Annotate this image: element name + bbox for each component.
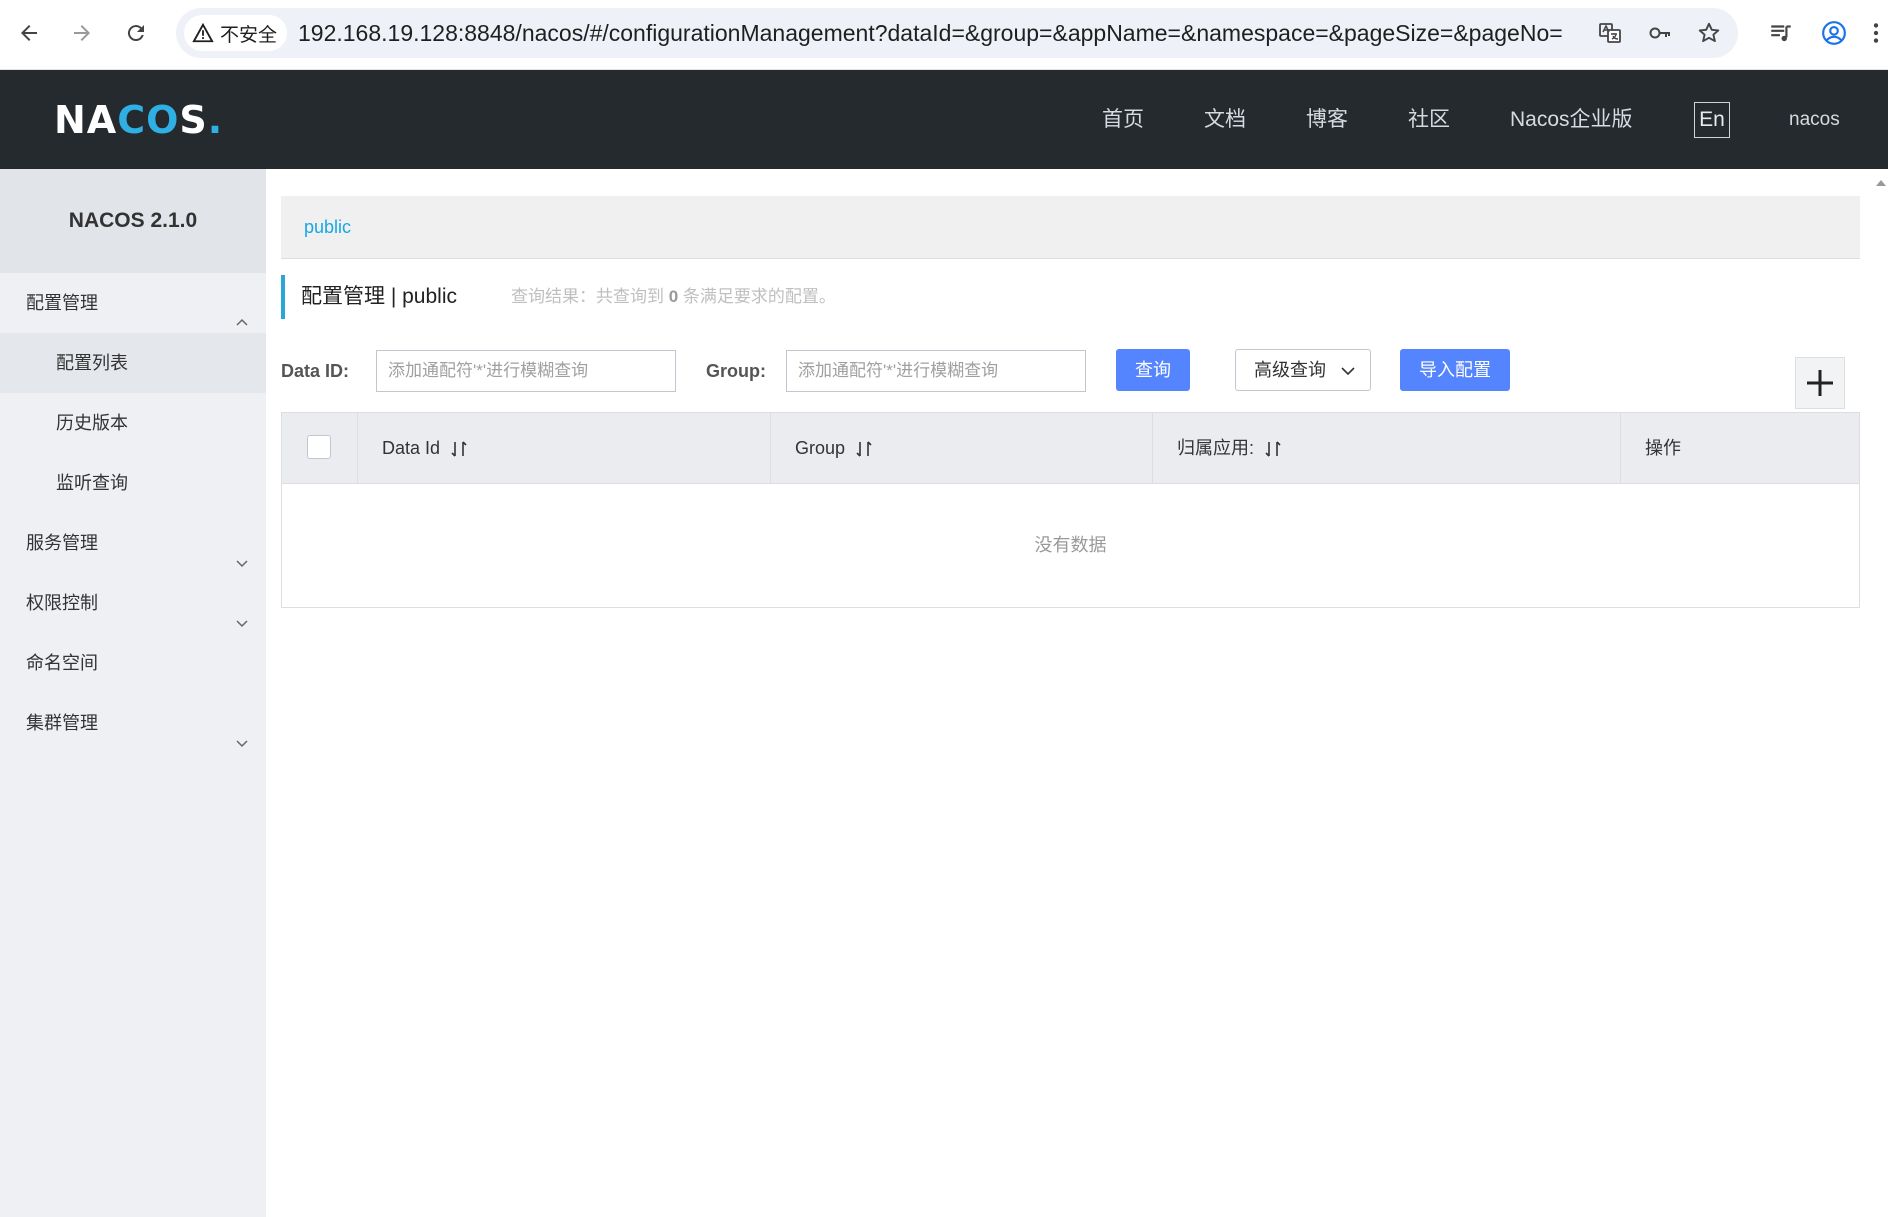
chevron-down-icon [234, 715, 250, 748]
sidebar-item-history[interactable]: 历史版本 [0, 393, 266, 453]
table-header: Data Id Group 归属应用: 操作 [282, 413, 1859, 484]
page-title-row: 配置管理 | public 查询结果：共查询到 0 条满足要求的配置。 [281, 275, 836, 319]
nacos-logo[interactable]: NACOS. [54, 98, 223, 142]
sidebar-item-config-list[interactable]: 配置列表 [0, 333, 266, 393]
column-group[interactable]: Group [771, 413, 1153, 483]
query-result-summary: 查询结果：共查询到 0 条满足要求的配置。 [511, 287, 836, 306]
query-button[interactable]: 查询 [1116, 349, 1190, 391]
chevron-down-icon [234, 535, 250, 568]
column-data-id[interactable]: Data Id [358, 413, 771, 483]
chevron-up-icon [234, 295, 250, 326]
select-all-cell [282, 413, 358, 483]
page-title: 配置管理 | public [301, 285, 457, 308]
nav-home[interactable]: 首页 [1102, 70, 1144, 169]
sidebar-item-namespace[interactable]: 命名空间 [0, 633, 266, 693]
group-input[interactable] [786, 350, 1086, 392]
browser-toolbar: 不安全 192.168.19.128:8848/nacos/#/configur… [0, 0, 1888, 70]
media-queue-icon[interactable] [1765, 17, 1797, 49]
group-label: Group: [706, 361, 766, 381]
sidebar-title: NACOS 2.1.0 [0, 169, 266, 273]
result-count: 0 [668, 287, 679, 306]
namespace-link-public[interactable]: public [304, 196, 351, 259]
sidebar-item-access-control[interactable]: 权限控制 [0, 573, 266, 633]
nav-community[interactable]: 社区 [1408, 70, 1450, 169]
column-app-name[interactable]: 归属应用: [1153, 413, 1621, 483]
plus-icon [1807, 370, 1833, 396]
sidebar-item-label: 历史版本 [56, 413, 128, 433]
namespace-bar: public [281, 196, 1860, 259]
select-all-checkbox[interactable] [307, 435, 331, 459]
add-config-button[interactable] [1795, 357, 1845, 409]
url-text[interactable]: 192.168.19.128:8848/nacos/#/configuratio… [298, 8, 1568, 58]
sidebar-item-label: 命名空间 [26, 653, 98, 673]
warning-icon [192, 22, 214, 43]
import-config-button[interactable]: 导入配置 [1400, 349, 1510, 391]
security-label: 不安全 [220, 24, 278, 46]
bookmark-star-icon[interactable] [1693, 17, 1725, 49]
security-chip[interactable]: 不安全 [184, 15, 288, 51]
forward-arrow-icon[interactable] [64, 15, 100, 51]
advanced-query-label: 高级查询 [1254, 360, 1326, 380]
nav-docs[interactable]: 文档 [1204, 70, 1246, 169]
data-id-label: Data ID: [281, 361, 350, 381]
translate-icon[interactable] [1594, 17, 1626, 49]
sidebar-item-label: 监听查询 [56, 473, 128, 493]
reload-icon[interactable] [118, 15, 154, 51]
sidebar-item-label: 权限控制 [26, 593, 98, 613]
sidebar-item-label: 服务管理 [26, 533, 98, 553]
profile-icon[interactable] [1818, 17, 1850, 49]
sidebar-item-label: 集群管理 [26, 713, 98, 733]
sidebar-item-cluster-management[interactable]: 集群管理 [0, 693, 266, 753]
nacos-header: NACOS. 首页 文档 博客 社区 Nacos企业版 nacos [0, 70, 1888, 169]
advanced-query-dropdown[interactable]: 高级查询 [1235, 349, 1371, 391]
sidebar-item-label: 配置管理 [26, 293, 98, 313]
sort-icon[interactable] [1264, 439, 1282, 459]
chevron-down-icon [1341, 367, 1355, 376]
sidebar-item-label: 配置列表 [56, 353, 128, 373]
table-empty-text: 没有数据 [1034, 535, 1107, 555]
config-table: Data Id Group 归属应用: 操作 没有数据 [281, 412, 1860, 608]
back-arrow-icon[interactable] [11, 15, 47, 51]
key-icon[interactable] [1644, 17, 1676, 49]
sort-icon[interactable] [855, 439, 873, 459]
user-name[interactable]: nacos [1789, 70, 1840, 169]
sort-icon[interactable] [450, 439, 468, 459]
sidebar-item-listener-query[interactable]: 监听查询 [0, 453, 266, 513]
more-menu-icon[interactable] [1868, 17, 1884, 49]
language-toggle-button[interactable]: En [1694, 102, 1730, 138]
scroll-up-arrow-icon[interactable] [1874, 176, 1888, 190]
address-bar[interactable]: 不安全 192.168.19.128:8848/nacos/#/configur… [176, 8, 1738, 58]
data-id-input[interactable] [376, 350, 676, 392]
nav-enterprise[interactable]: Nacos企业版 [1510, 70, 1633, 169]
chevron-down-icon [234, 595, 250, 628]
nav-blog[interactable]: 博客 [1306, 70, 1348, 169]
sidebar-item-service-management[interactable]: 服务管理 [0, 513, 266, 573]
sidebar-item-config-management[interactable]: 配置管理 [0, 273, 266, 333]
column-actions: 操作 [1645, 438, 1681, 458]
sidebar: NACOS 2.1.0 配置管理 配置列表 历史版本 监听查询 服务管理 权限控… [0, 169, 266, 1217]
